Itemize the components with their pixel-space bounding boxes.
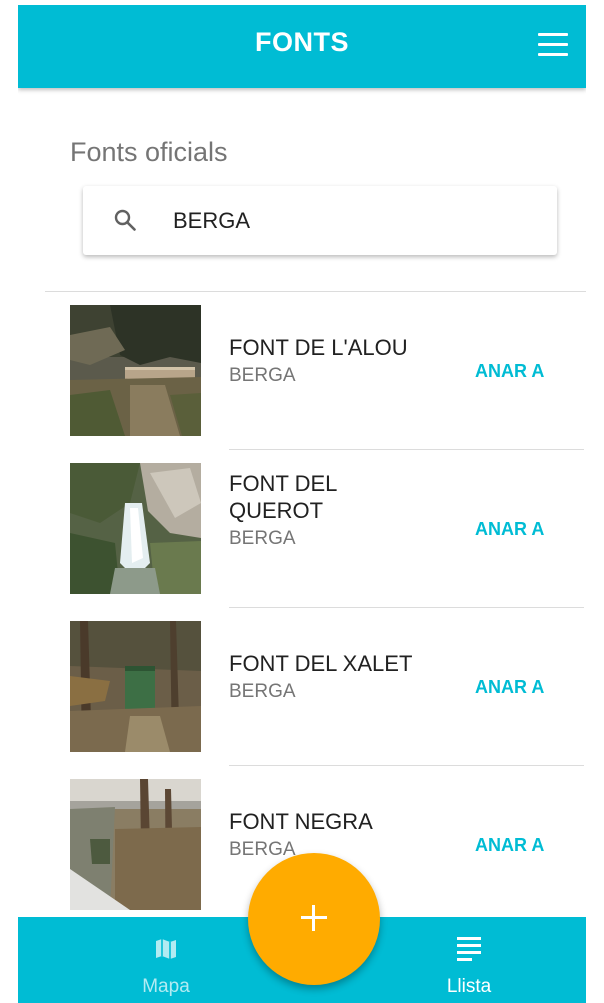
font-town: BERGA	[229, 365, 296, 386]
list-item[interactable]: FONT DEL XALET BERGA ANAR A	[18, 608, 586, 766]
nav-map-label: Mapa	[142, 976, 190, 997]
thumbnail-image	[70, 463, 201, 594]
font-name: FONT DEL QUEROT	[229, 471, 337, 523]
go-to-button[interactable]: ANAR A	[475, 677, 544, 698]
go-to-button[interactable]: ANAR A	[475, 519, 544, 540]
nav-list-tab[interactable]: Llista	[399, 917, 539, 1003]
search-icon	[114, 209, 136, 231]
menu-button[interactable]	[538, 33, 568, 57]
font-town: BERGA	[229, 681, 296, 702]
app-screen: FONTS Fonts oficials BERGA FONT DE L'ALO…	[18, 5, 586, 1003]
thumbnail-image	[70, 621, 201, 752]
menu-icon	[538, 33, 568, 36]
list-icon	[457, 937, 481, 961]
nav-list-label: Llista	[446, 976, 492, 997]
font-town: BERGA	[229, 839, 296, 860]
list-item[interactable]: FONT DEL QUEROT BERGA ANAR A	[18, 450, 586, 608]
add-button[interactable]	[248, 853, 380, 985]
font-name: FONT NEGRA	[229, 809, 373, 834]
app-title: FONTS	[255, 27, 349, 57]
font-name: FONT DEL XALET	[229, 651, 413, 676]
search-input[interactable]	[173, 204, 533, 238]
section-title: Fonts oficials	[70, 137, 228, 167]
search-box	[83, 186, 557, 255]
app-bar: FONTS	[18, 5, 586, 88]
list-item[interactable]: FONT DE L'ALOU BERGA ANAR A	[18, 292, 586, 450]
thumbnail-image	[70, 779, 201, 910]
thumbnail-image	[70, 305, 201, 436]
font-name: FONT DE L'ALOU	[229, 335, 408, 360]
nav-map-tab[interactable]: Mapa	[96, 917, 236, 1003]
font-town: BERGA	[229, 528, 296, 549]
map-icon	[156, 939, 176, 959]
go-to-button[interactable]: ANAR A	[475, 361, 544, 382]
go-to-button[interactable]: ANAR A	[475, 835, 544, 856]
